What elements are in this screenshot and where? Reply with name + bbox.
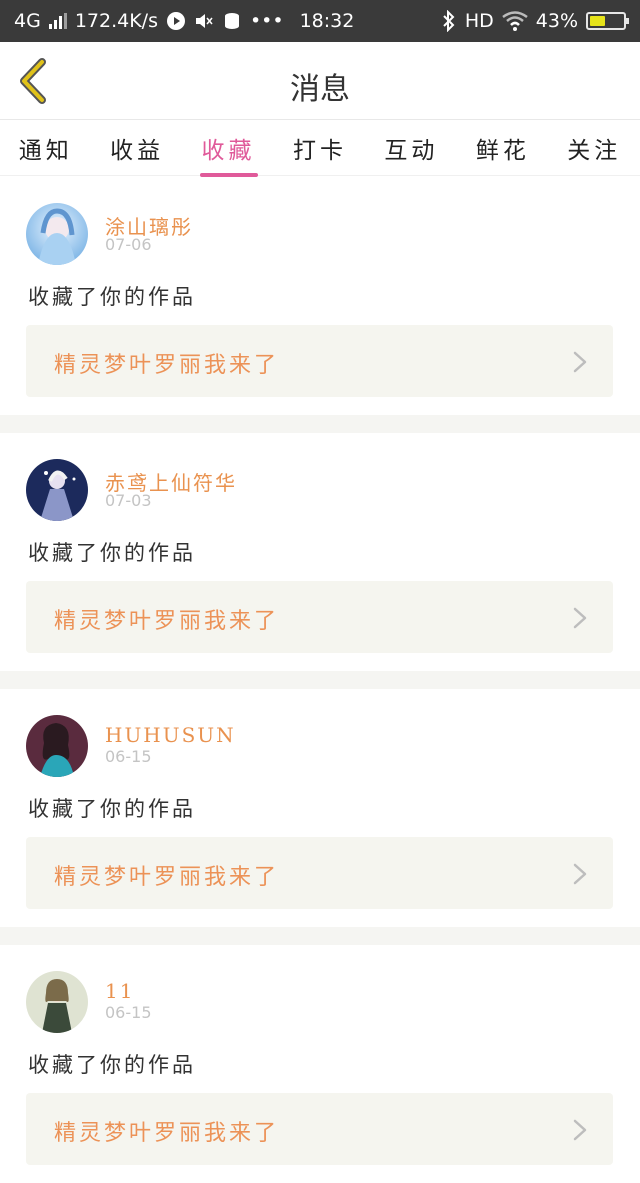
hd-label: HD: [464, 10, 494, 32]
action-text: 收藏了你的作品: [28, 541, 196, 565]
action-text: 收藏了你的作品: [28, 1053, 196, 1077]
date: 06-15: [105, 747, 152, 766]
work-link[interactable]: 精灵梦叶罗丽我来了: [26, 325, 613, 397]
date: 07-06: [105, 235, 152, 254]
work-title: 精灵梦叶罗丽我来了: [54, 353, 280, 378]
work-link[interactable]: 精灵梦叶罗丽我来了: [26, 837, 613, 909]
tab-checkin[interactable]: 打卡: [287, 131, 353, 165]
list-separator: [0, 415, 640, 433]
list-item: 11 06-15 收藏了你的作品精灵梦叶罗丽我来了: [0, 945, 640, 1183]
work-link[interactable]: 精灵梦叶罗丽我来了: [26, 1093, 613, 1165]
chevron-right-icon: [573, 351, 587, 373]
status-left: 4G 172.4K/s ••• 18:32: [14, 10, 354, 32]
signal-icon: [48, 13, 67, 29]
date: 06-15: [105, 1003, 152, 1022]
list-separator: [0, 671, 640, 689]
avatar[interactable]: [26, 203, 88, 265]
tab-bar: 通知 收益 收藏 打卡 互动 鲜花 关注: [0, 120, 640, 177]
list-item: HUHUSUN 06-15 收藏了你的作品精灵梦叶罗丽我来了: [0, 689, 640, 927]
list-item: 赤鸢上仙符华 07-03 收藏了你的作品 精灵梦叶罗丽我来了: [0, 433, 640, 671]
network-type: 4G: [14, 10, 41, 32]
avatar[interactable]: [26, 459, 88, 521]
tab-earnings[interactable]: 收益: [104, 131, 170, 165]
more-dots-icon: •••: [249, 10, 284, 32]
status-bar: 4G 172.4K/s ••• 18:32 HD 43%: [0, 0, 640, 42]
username[interactable]: 11: [105, 979, 134, 1003]
bluetooth-icon: [443, 10, 455, 32]
nav-bar: 消息: [0, 42, 640, 120]
page-title: 消息: [290, 72, 350, 107]
tab-favorites[interactable]: 收藏: [196, 131, 262, 177]
list-item: 涂山璃彤 07-06 收藏了你的作品 精灵梦叶罗丽我来了: [0, 177, 640, 415]
tab-follow[interactable]: 关注: [561, 131, 627, 165]
work-title: 精灵梦叶罗丽我来了: [54, 609, 280, 634]
work-link[interactable]: 精灵梦叶罗丽我来了: [26, 581, 613, 653]
avatar[interactable]: [26, 971, 88, 1033]
clock: 18:32: [299, 10, 355, 32]
play-icon: [166, 12, 185, 30]
action-text: 收藏了你的作品: [28, 285, 196, 309]
username[interactable]: HUHUSUN: [105, 723, 236, 747]
work-title: 精灵梦叶罗丽我来了: [54, 865, 280, 890]
chevron-right-icon: [573, 607, 587, 629]
action-text: 收藏了你的作品: [28, 797, 196, 821]
tab-interaction[interactable]: 互动: [378, 131, 444, 165]
tab-flowers[interactable]: 鲜花: [470, 131, 536, 165]
status-right: HD 43%: [441, 10, 629, 32]
work-title: 精灵梦叶罗丽我来了: [54, 1121, 280, 1146]
volume-mute-icon: [195, 14, 213, 28]
avatar[interactable]: [26, 715, 88, 777]
notification-list: 涂山璃彤 07-06 收藏了你的作品 精灵梦叶罗丽我来了 赤鸢上仙符华 07-03 收藏了你…: [0, 177, 640, 1183]
date: 07-03: [105, 491, 152, 510]
battery-fill: [590, 16, 605, 26]
list-separator: [0, 927, 640, 945]
chevron-right-icon: [573, 863, 587, 885]
storage-icon: [224, 13, 239, 29]
wifi-icon: [502, 11, 528, 31]
battery-percent: 43%: [535, 10, 578, 32]
network-speed: 172.4K/s: [74, 10, 158, 32]
tab-notice[interactable]: 通知: [13, 131, 79, 165]
battery-icon: [586, 12, 629, 30]
